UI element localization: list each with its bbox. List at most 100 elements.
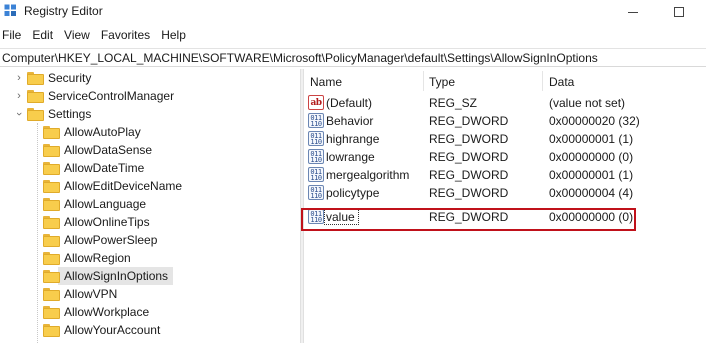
dword-value-icon: 011 110 [308, 131, 324, 146]
value-row-lowrange[interactable]: 011 110 lowrange REG_DWORD 0x00000000 (0… [304, 148, 706, 166]
regedit-icon [4, 4, 16, 16]
value-row-policytype[interactable]: 011 110 policytype REG_DWORD 0x00000004 … [304, 184, 706, 202]
tree-item-allowregion[interactable]: AllowRegion [0, 249, 300, 267]
folder-icon [43, 288, 60, 301]
minimize-icon [628, 11, 638, 13]
minimize-button[interactable] [610, 0, 656, 24]
tree-item-label: AllowOnlineTips [64, 215, 150, 229]
tree-item-label: AllowDataSense [64, 143, 153, 157]
tree-item-alloweditdevicename[interactable]: AllowEditDeviceName [0, 177, 300, 195]
tree-item-label: Settings [48, 107, 92, 121]
menu-favorites[interactable]: Favorites [98, 26, 158, 46]
value-name: policytype [326, 186, 380, 200]
folder-icon [43, 198, 60, 211]
folder-icon [43, 180, 60, 193]
folder-icon [43, 126, 60, 139]
value-name: mergealgorithm [326, 168, 410, 182]
value-name: (Default) [326, 96, 373, 110]
column-header-type[interactable]: Type [429, 69, 455, 93]
value-row-highrange[interactable]: 011 110 highrange REG_DWORD 0x00000001 (… [304, 130, 706, 148]
folder-open-icon [27, 108, 44, 121]
chevron-right-icon[interactable]: › [14, 72, 24, 84]
folder-icon [43, 162, 60, 175]
value-row-default[interactable]: ab (Default) REG_SZ (value not set) [304, 94, 706, 112]
value-name: Behavior [326, 114, 374, 128]
column-separator[interactable] [423, 71, 424, 91]
tree-item-label: AllowVPN [64, 287, 118, 301]
tree-item-label: Security [48, 71, 92, 85]
folder-icon [43, 234, 60, 247]
address-path[interactable]: Computer\HKEY_LOCAL_MACHINE\SOFTWARE\Mic… [2, 51, 598, 65]
tree-item-allowvpn[interactable]: AllowVPN [0, 285, 300, 303]
maximize-button[interactable] [656, 0, 702, 24]
dword-value-icon: 011 110 [308, 113, 324, 128]
column-header-data[interactable]: Data [549, 69, 574, 93]
column-header-name[interactable]: Name [310, 69, 342, 93]
tree-item-allowdatetime[interactable]: AllowDateTime [0, 159, 300, 177]
tree-item-label: AllowDateTime [64, 161, 145, 175]
value-type: REG_DWORD [429, 186, 509, 200]
tree-item-allowyouraccount[interactable]: AllowYourAccount [0, 321, 300, 339]
value-data: 0x00000001 (1) [549, 168, 634, 182]
chevron-right-icon[interactable]: › [14, 90, 24, 102]
menu-edit[interactable]: Edit [29, 26, 61, 46]
tree-item-label: ServiceControlManager [48, 89, 175, 103]
folder-icon [27, 90, 44, 103]
menu-file[interactable]: File [0, 26, 29, 46]
value-type: REG_DWORD [429, 114, 509, 128]
tree-item-label: AllowYourAccount [64, 323, 161, 337]
folder-icon [43, 252, 60, 265]
highlight-box [301, 208, 636, 231]
tree-item-allowsigninoptions[interactable]: AllowSignInOptions [0, 267, 300, 285]
title-bar: Registry Editor [0, 0, 706, 24]
tree-item-label: AllowRegion [64, 251, 131, 265]
tree-item-label: AllowPowerSleep [64, 233, 158, 247]
tree-item-allowautoplay[interactable]: AllowAutoPlay [0, 123, 300, 141]
value-type: REG_DWORD [429, 168, 509, 182]
tree-item-settings[interactable]: › Settings [0, 105, 300, 123]
tree-item-label: AllowLanguage [64, 197, 147, 211]
folder-icon [27, 72, 44, 85]
folder-icon [43, 216, 60, 229]
tree-item-allowworkplace[interactable]: AllowWorkplace [0, 303, 300, 321]
value-name: lowrange [326, 150, 375, 164]
value-row-mergealgorithm[interactable]: 011 110 mergealgorithm REG_DWORD 0x00000… [304, 166, 706, 184]
window-title: Registry Editor [24, 4, 103, 18]
menu-bar: File Edit View Favorites Help [0, 26, 194, 46]
column-separator[interactable] [542, 71, 543, 91]
tree-item-label: AllowAutoPlay [64, 125, 141, 139]
tree-item-allowonlinetips[interactable]: AllowOnlineTips [0, 213, 300, 231]
value-type: REG_DWORD [429, 150, 509, 164]
menu-help[interactable]: Help [158, 26, 194, 46]
value-type: REG_SZ [429, 96, 478, 110]
value-data: (value not set) [549, 96, 626, 110]
tree-item-label: AllowEditDeviceName [64, 179, 183, 193]
folder-icon [43, 324, 60, 337]
value-name: highrange [326, 132, 380, 146]
value-data: 0x00000020 (32) [549, 114, 640, 128]
value-row-behavior[interactable]: 011 110 Behavior REG_DWORD 0x00000020 (3… [304, 112, 706, 130]
folder-icon [43, 270, 60, 283]
value-data: 0x00000000 (0) [549, 150, 634, 164]
string-value-icon: ab [308, 95, 324, 110]
key-tree[interactable]: › Security › ServiceControlManager › Set… [0, 69, 300, 343]
tree-item-allowdatasense[interactable]: AllowDataSense [0, 141, 300, 159]
tree-item-allowlanguage[interactable]: AllowLanguage [0, 195, 300, 213]
dword-value-icon: 011 110 [308, 149, 324, 164]
dword-value-icon: 011 110 [308, 185, 324, 200]
chevron-down-icon[interactable]: › [13, 109, 25, 119]
value-type: REG_DWORD [429, 132, 509, 146]
tree-item-security[interactable]: › Security [0, 69, 300, 87]
values-list[interactable]: Name Type Data ab (Default) REG_SZ (valu… [304, 69, 706, 343]
maximize-icon [674, 7, 684, 17]
value-data: 0x00000001 (1) [549, 132, 634, 146]
folder-icon [43, 144, 60, 157]
dword-value-icon: 011 110 [308, 167, 324, 182]
menu-view[interactable]: View [61, 26, 98, 46]
tree-item-allowpowersleep[interactable]: AllowPowerSleep [0, 231, 300, 249]
tree-item-servicecontrolmanager[interactable]: › ServiceControlManager [0, 87, 300, 105]
tree-item-label: AllowWorkplace [64, 305, 150, 319]
value-data: 0x00000004 (4) [549, 186, 634, 200]
tree-item-label: AllowSignInOptions [64, 269, 169, 283]
address-bar[interactable]: Computer\HKEY_LOCAL_MACHINE\SOFTWARE\Mic… [0, 48, 706, 67]
